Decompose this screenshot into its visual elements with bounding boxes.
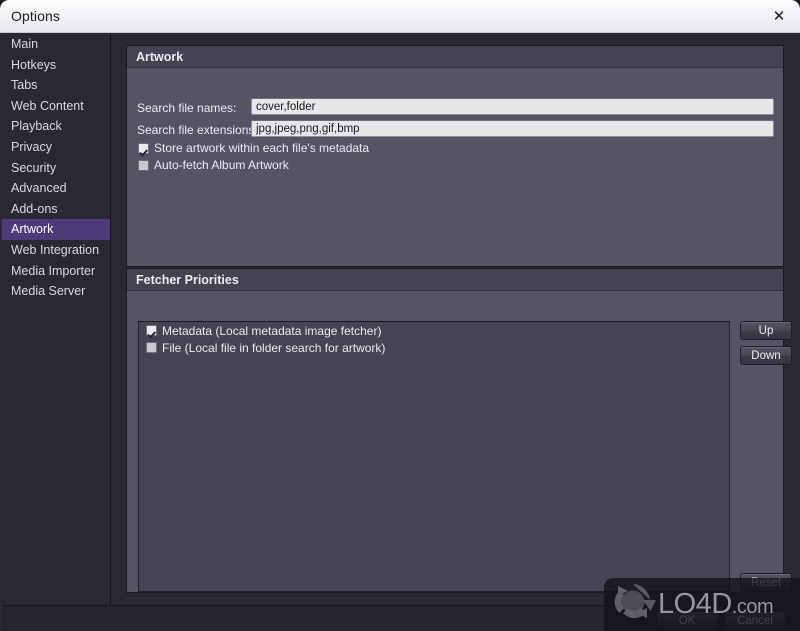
sidebar-item-add-ons[interactable]: Add-ons [2, 199, 110, 220]
sidebar-item-web-content[interactable]: Web Content [2, 96, 110, 117]
search-file-names-input[interactable] [251, 98, 774, 115]
sidebar-item-tabs[interactable]: Tabs [2, 75, 110, 96]
fetcher-item-checkbox[interactable] [146, 342, 157, 353]
window-title: Options [11, 8, 60, 24]
cancel-button[interactable]: Cancel [724, 611, 786, 630]
fetcher-item-label: File (Local file in folder search for ar… [162, 340, 386, 355]
search-file-extensions-input[interactable] [251, 120, 774, 137]
fetcher-list-item[interactable]: File (Local file in folder search for ar… [139, 339, 729, 356]
move-up-button[interactable]: Up [740, 321, 792, 340]
artwork-group: Artwork Search file names: Search file e… [126, 45, 784, 267]
sidebar-item-advanced[interactable]: Advanced [2, 178, 110, 199]
fetcher-list-item[interactable]: Metadata (Local metadata image fetcher) [139, 322, 729, 339]
fetcher-priorities-group: Fetcher Priorities Metadata (Local metad… [126, 268, 792, 593]
dialog-bottom-bar: OK Cancel [2, 605, 798, 631]
sidebar-item-playback[interactable]: Playback [2, 116, 110, 137]
fetcher-item-label: Metadata (Local metadata image fetcher) [162, 323, 382, 338]
close-icon[interactable]: ✕ [764, 4, 794, 29]
artwork-group-title: Artwork [127, 46, 783, 68]
sidebar-item-privacy[interactable]: Privacy [2, 137, 110, 158]
sidebar-item-artwork[interactable]: Artwork [2, 219, 110, 240]
reset-button[interactable]: Reset [740, 573, 792, 592]
fetcher-group-title: Fetcher Priorities [127, 269, 783, 291]
store-artwork-checkbox-row[interactable]: Store artwork within each file's metadat… [138, 141, 369, 155]
sidebar-item-main[interactable]: Main [2, 34, 110, 55]
sidebar-item-web-integration[interactable]: Web Integration [2, 240, 110, 261]
store-artwork-checkbox[interactable] [138, 142, 149, 154]
fetcher-item-checkbox[interactable] [146, 325, 157, 336]
sidebar-item-media-importer[interactable]: Media Importer [2, 261, 110, 282]
auto-fetch-label: Auto-fetch Album Artwork [154, 158, 289, 172]
search-file-names-label: Search file names: [137, 101, 237, 115]
options-window: Options ✕ Main Hotkeys Tabs Web Content Play… [0, 0, 800, 631]
search-file-extensions-label: Search file extensions: [137, 123, 258, 137]
sidebar-item-hotkeys[interactable]: Hotkeys [2, 55, 110, 76]
title-bar: Options ✕ [0, 0, 800, 33]
sidebar-item-security[interactable]: Security [2, 158, 110, 179]
store-artwork-label: Store artwork within each file's metadat… [154, 141, 370, 155]
fetcher-list[interactable]: Metadata (Local metadata image fetcher) F… [138, 321, 730, 592]
sidebar: Main Hotkeys Tabs Web Content Playback Privac… [2, 34, 111, 605]
auto-fetch-checkbox[interactable] [138, 159, 149, 171]
auto-fetch-checkbox-row[interactable]: Auto-fetch Album Artwork [138, 158, 289, 172]
content-area: Artwork Search file names: Search file e… [112, 34, 798, 605]
ok-button[interactable]: OK [656, 611, 718, 630]
move-down-button[interactable]: Down [740, 346, 792, 365]
sidebar-item-media-server[interactable]: Media Server [2, 281, 110, 302]
screenshot-root: Options ✕ Main Hotkeys Tabs Web Content Play… [0, 0, 800, 631]
